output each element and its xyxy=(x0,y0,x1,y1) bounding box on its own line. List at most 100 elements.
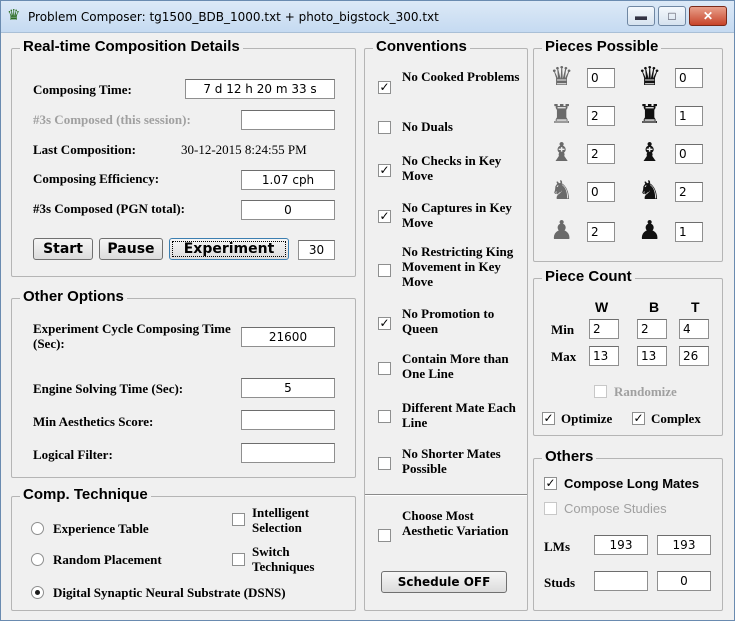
black-knight-count[interactable]: 2 xyxy=(675,182,703,202)
other-options-legend: Other Options xyxy=(20,288,127,305)
aesthetics-field[interactable] xyxy=(241,410,335,430)
white-knight-count[interactable]: 0 xyxy=(587,182,615,202)
logical-filter-label: Logical Filter: xyxy=(33,447,113,462)
logical-filter-field[interactable] xyxy=(241,443,335,463)
last-composition-value: 30-12-2015 8:24:55 PM xyxy=(181,142,307,157)
more-than-one-line-label: Contain More than One Line xyxy=(402,351,509,381)
min-t-field[interactable]: 4 xyxy=(679,319,709,339)
lms-field-a[interactable]: 193 xyxy=(594,535,648,555)
experiment-count-field[interactable]: 30 xyxy=(298,240,335,260)
conventions-group: Conventions ✓ No Cooked Problems No Dual… xyxy=(364,38,528,611)
min-w-field[interactable]: 2 xyxy=(589,319,619,339)
white-bishop-count[interactable]: 2 xyxy=(587,144,615,164)
experience-table-radio[interactable] xyxy=(31,522,44,535)
white-pawn-count[interactable]: 2 xyxy=(587,222,615,242)
client-area: Real-time Composition Details Composing … xyxy=(6,34,729,616)
black-rook-count[interactable]: 1 xyxy=(675,106,703,126)
black-queen-count[interactable]: 0 xyxy=(675,68,703,88)
composing-time-field[interactable]: 7 d 12 h 20 m 33 s xyxy=(185,79,335,99)
technique-legend: Comp. Technique xyxy=(20,486,151,503)
pieces-legend: Pieces Possible xyxy=(542,38,662,55)
no-promotion-queen-label: No Promotion to Queen xyxy=(402,306,495,336)
studs-field-a[interactable] xyxy=(594,571,648,591)
min-b-field[interactable]: 2 xyxy=(637,319,667,339)
engine-time-field[interactable]: 5 xyxy=(241,378,335,398)
experiment-button[interactable]: Experiment xyxy=(169,238,289,260)
cycle-time-field[interactable]: 21600 xyxy=(241,327,335,347)
no-captures-key-move-checkbox[interactable]: ✓ xyxy=(378,210,391,223)
aesthetic-variation-checkbox[interactable] xyxy=(378,529,391,542)
start-button[interactable]: Start xyxy=(33,238,93,260)
max-b-field[interactable]: 13 xyxy=(637,346,667,366)
optimize-checkbox[interactable]: ✓ xyxy=(542,412,555,425)
randomize-checkbox[interactable] xyxy=(594,385,607,398)
title-bar[interactable]: ♛ Problem Composer: tg1500_BDB_1000.txt … xyxy=(1,1,734,33)
white-rook-count[interactable]: 2 xyxy=(587,106,615,126)
engine-time-label: Engine Solving Time (Sec): xyxy=(33,381,184,396)
black-bishop-icon: ♝ xyxy=(638,138,662,168)
no-duals-label: No Duals xyxy=(402,119,453,134)
piece-count-group: Piece Count W B T Min 2 2 4 Max 13 13 26… xyxy=(533,268,723,436)
no-checks-key-move-checkbox[interactable]: ✓ xyxy=(378,164,391,177)
efficiency-field[interactable]: 1.07 cph xyxy=(241,170,335,190)
different-mate-checkbox[interactable] xyxy=(378,410,391,423)
different-mate-label: Different Mate Each Line xyxy=(402,400,516,430)
others-group: Others ✓ Compose Long Mates Compose Stud… xyxy=(533,448,723,611)
switch-techniques-label: Switch Techniques xyxy=(252,544,315,574)
max-w-field[interactable]: 13 xyxy=(589,346,619,366)
optimize-label: Optimize xyxy=(561,411,613,426)
dsns-radio[interactable] xyxy=(31,586,44,599)
no-duals-checkbox[interactable] xyxy=(378,121,391,134)
lms-field-b[interactable]: 193 xyxy=(657,535,711,555)
conventions-separator xyxy=(365,494,527,496)
studs-field-b[interactable]: 0 xyxy=(657,571,711,591)
close-button[interactable]: ✕ xyxy=(689,6,727,26)
black-pawn-count[interactable]: 1 xyxy=(675,222,703,242)
intelligent-selection-checkbox[interactable] xyxy=(232,513,245,526)
compose-long-mates-label: Compose Long Mates xyxy=(564,476,700,491)
last-composition-label: Last Composition: xyxy=(33,142,136,157)
max-label: Max xyxy=(551,349,577,364)
random-placement-radio[interactable] xyxy=(31,553,44,566)
no-checks-key-move-label: No Checks in Key Move xyxy=(402,153,502,183)
randomize-label: Randomize xyxy=(614,384,677,399)
experience-table-label: Experience Table xyxy=(53,521,149,536)
composed-session-field[interactable] xyxy=(241,110,335,130)
no-cooked-problems-label: No Cooked Problems xyxy=(402,69,520,84)
white-knight-icon: ♞ xyxy=(550,176,574,206)
studs-label: Studs xyxy=(544,575,576,590)
window-title: Problem Composer: tg1500_BDB_1000.txt + … xyxy=(28,10,439,24)
aesthetics-label: Min Aesthetics Score: xyxy=(33,414,154,429)
black-pawn-icon: ♟ xyxy=(638,216,662,246)
no-restricting-king-checkbox[interactable] xyxy=(378,264,391,277)
white-bishop-icon: ♝ xyxy=(550,138,574,168)
col-b-header: B xyxy=(649,299,660,315)
minimize-button[interactable]: ▬ xyxy=(627,6,655,26)
aesthetic-variation-label: Choose Most Aesthetic Variation xyxy=(402,508,509,538)
queen-crown-icon: ♛ xyxy=(7,7,21,24)
no-shorter-mates-label: No Shorter Mates Possible xyxy=(402,446,501,476)
compose-long-mates-checkbox[interactable]: ✓ xyxy=(544,477,557,490)
compose-studies-checkbox[interactable] xyxy=(544,502,557,515)
black-bishop-count[interactable]: 0 xyxy=(675,144,703,164)
no-cooked-problems-checkbox[interactable]: ✓ xyxy=(378,81,391,94)
pgn-total-field[interactable]: 0 xyxy=(241,200,335,220)
white-queen-count[interactable]: 0 xyxy=(587,68,615,88)
switch-techniques-checkbox[interactable] xyxy=(232,553,245,566)
compose-studies-label: Compose Studies xyxy=(564,501,667,516)
realtime-legend: Real-time Composition Details xyxy=(20,38,243,55)
no-shorter-mates-checkbox[interactable] xyxy=(378,457,391,470)
black-knight-icon: ♞ xyxy=(638,176,662,206)
more-than-one-line-checkbox[interactable] xyxy=(378,362,391,375)
white-queen-icon: ♛ xyxy=(550,62,574,92)
pause-button[interactable]: Pause xyxy=(99,238,163,260)
main-window: ♛ Problem Composer: tg1500_BDB_1000.txt … xyxy=(0,0,735,621)
no-promotion-queen-checkbox[interactable]: ✓ xyxy=(378,317,391,330)
max-t-field[interactable]: 26 xyxy=(679,346,709,366)
realtime-group: Real-time Composition Details Composing … xyxy=(11,38,356,277)
schedule-button[interactable]: Schedule OFF xyxy=(381,571,507,593)
complex-checkbox[interactable]: ✓ xyxy=(632,412,645,425)
others-legend: Others xyxy=(542,448,597,465)
maximize-button[interactable]: □ xyxy=(658,6,686,26)
white-rook-icon: ♜ xyxy=(550,100,574,130)
